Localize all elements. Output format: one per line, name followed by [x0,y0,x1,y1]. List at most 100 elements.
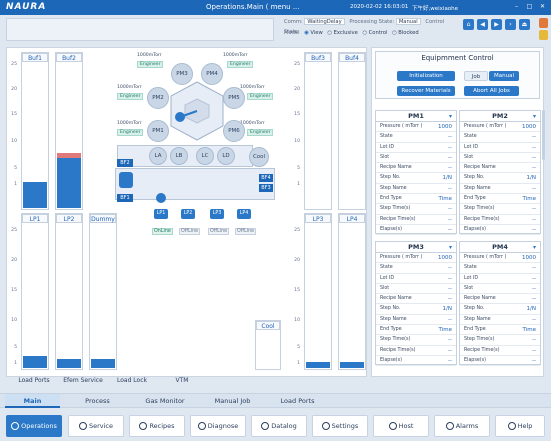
main-panel: 25 20 15 10 5 1 Buf1 Buf2 Buf3 Buf4 25 2… [6,47,367,377]
pm1-dropdown-icon[interactable]: ▾ [449,111,452,122]
tab-efem-service[interactable]: Efem Service [58,377,108,384]
pm4-chamber[interactable]: PM4 [201,63,223,85]
pm4-card[interactable]: PM4 ▾ Pressure ( mTorr ) 1000 State -- Lot … [459,241,541,367]
buf3-tower[interactable]: Buf3 [304,52,332,210]
exclusive-radio[interactable]: ○ [327,30,332,36]
control-radio[interactable]: ○ [362,30,367,36]
ld-lock[interactable]: LD [217,147,235,165]
tick-label: 15 [294,112,300,117]
view-radio[interactable]: ◉ [304,30,309,36]
buf4-tower[interactable]: Buf4 [338,52,366,210]
datalog-button[interactable]: Datalog [251,415,307,437]
lp4-wafer-fill [340,362,364,368]
pm1-card[interactable]: PM1 ▾ Pressure ( mTorr ) 1000 State -- Lot … [375,110,457,236]
pm4-dropdown-icon[interactable]: ▾ [533,242,536,253]
next-icon[interactable]: › [505,19,516,30]
exit-icon[interactable]: ⏏ [519,19,530,30]
pm1-pressure: 1000mTorr [117,121,142,126]
cool-tower[interactable]: Cool [255,320,281,370]
tab-vtm[interactable]: VTM [160,377,204,384]
home-icon[interactable]: ⌂ [463,19,474,30]
pm3-dropdown-icon[interactable]: ▾ [449,242,452,253]
pm3-card[interactable]: PM3 ▾ Pressure ( mTorr ) 1000 State -- Lot … [375,241,457,367]
pm3-card-header: PM3 ▾ [376,242,456,253]
bf2-label[interactable]: BF2 [117,159,133,167]
tab-load-ports-sub[interactable]: Load Ports [10,377,58,384]
operations-button[interactable]: Operations [6,415,62,437]
bf1-label[interactable]: BF1 [117,194,133,202]
tab-manual-job[interactable]: Manual Job [205,394,260,408]
lp1-tower[interactable]: LP1 [21,213,49,370]
lp1-port[interactable]: LP1 [154,209,168,219]
buf2-tower[interactable]: Buf2 [55,52,83,210]
lp3-tower[interactable]: LP3 [304,213,332,370]
host-button[interactable]: Host [373,415,429,437]
scrollbar[interactable] [542,110,545,160]
lp2-port[interactable]: LP2 [181,209,195,219]
forward-icon[interactable]: ▶ [491,19,502,30]
cool-station[interactable]: Cool [249,147,269,167]
pm1-chamber[interactable]: PM1 [147,120,169,142]
pm2-card-title: PM2 [492,112,508,120]
help-button[interactable]: Help [495,415,545,437]
row-label: State [380,265,393,271]
buf1-tower[interactable]: Buf1 [21,52,49,210]
tab-load-lock[interactable]: Load Lock [108,377,156,384]
row-label: Recipe Name [464,165,496,171]
job-button[interactable]: Job [464,71,488,81]
abort-all-jobs-button[interactable]: Abort All Jobs [464,86,519,96]
engineer-badge: Engineer [117,129,144,136]
back-icon[interactable]: ◀ [477,19,488,30]
lp2-status: OffLine [179,228,201,235]
minimize-icon[interactable]: – [512,3,521,11]
alarms-button[interactable]: Alarms [434,415,490,437]
dummy-tower[interactable]: Dummy [89,213,117,370]
close-icon[interactable]: ✕ [538,3,547,11]
datetime: 2020-02-02 16:03:01 [350,4,409,10]
pm3-chamber[interactable]: PM3 [171,63,193,85]
bf4-label[interactable]: BF4 [259,174,273,182]
initialization-button[interactable]: Initialization [397,71,455,81]
row-value: -- [532,265,536,272]
recover-materials-button[interactable]: Recover Materials [397,86,455,96]
tick-label: 1 [297,182,300,187]
row-value: -- [448,134,452,141]
tick-label: 5 [297,345,300,350]
lp4-tower[interactable]: LP4 [338,213,366,370]
tab-process[interactable]: Process [70,394,125,408]
lb-lock[interactable]: LB [170,147,188,165]
pm6-chamber[interactable]: PM6 [223,120,245,142]
lp3-port[interactable]: LP3 [210,209,224,219]
pm5-chamber[interactable]: PM5 [223,87,245,109]
row-label: Recipe Time(s) [380,347,416,353]
pm2-card[interactable]: PM2 ▾ Pressure ( mTorr ) 1000 State -- Lot … [459,110,541,236]
row-label: State [464,134,477,140]
lp4-port[interactable]: LP4 [237,209,251,219]
service-button[interactable]: Service [68,415,124,437]
blocked-radio[interactable]: ○ [392,30,397,36]
tab-gas-monitor[interactable]: Gas Monitor [135,394,195,408]
pm2-dropdown-icon[interactable]: ▾ [533,111,536,122]
maximize-icon[interactable]: □ [525,3,534,11]
pm4-lot-row: Lot ID -- [460,274,540,284]
la-lock[interactable]: LA [149,147,167,165]
row-label: Slot [380,285,390,291]
tab-main[interactable]: Main [5,394,60,408]
manual-button[interactable]: Manual [489,71,519,81]
recipes-button[interactable]: Recipes [129,415,185,437]
row-label: Step No. [380,306,401,312]
operations-label: Operations [21,422,57,430]
settings-button[interactable]: Settings [312,415,368,437]
diagnose-button[interactable]: Diagnose [190,415,246,437]
pm3-stepname-row: Step Name -- [376,315,456,326]
row-value: 1000 [522,124,536,130]
pm4-pressure: 1000mTorr [223,53,248,58]
lp3-tower-label: LP3 [305,214,331,223]
lp2-tower[interactable]: LP2 [55,213,83,370]
lc-lock[interactable]: LC [196,147,214,165]
recipes-icon [139,422,148,430]
bf3-label[interactable]: BF3 [259,184,273,192]
tab-load-ports[interactable]: Load Ports [270,394,325,408]
row-value: -- [448,316,452,323]
pm2-chamber[interactable]: PM2 [147,87,169,109]
